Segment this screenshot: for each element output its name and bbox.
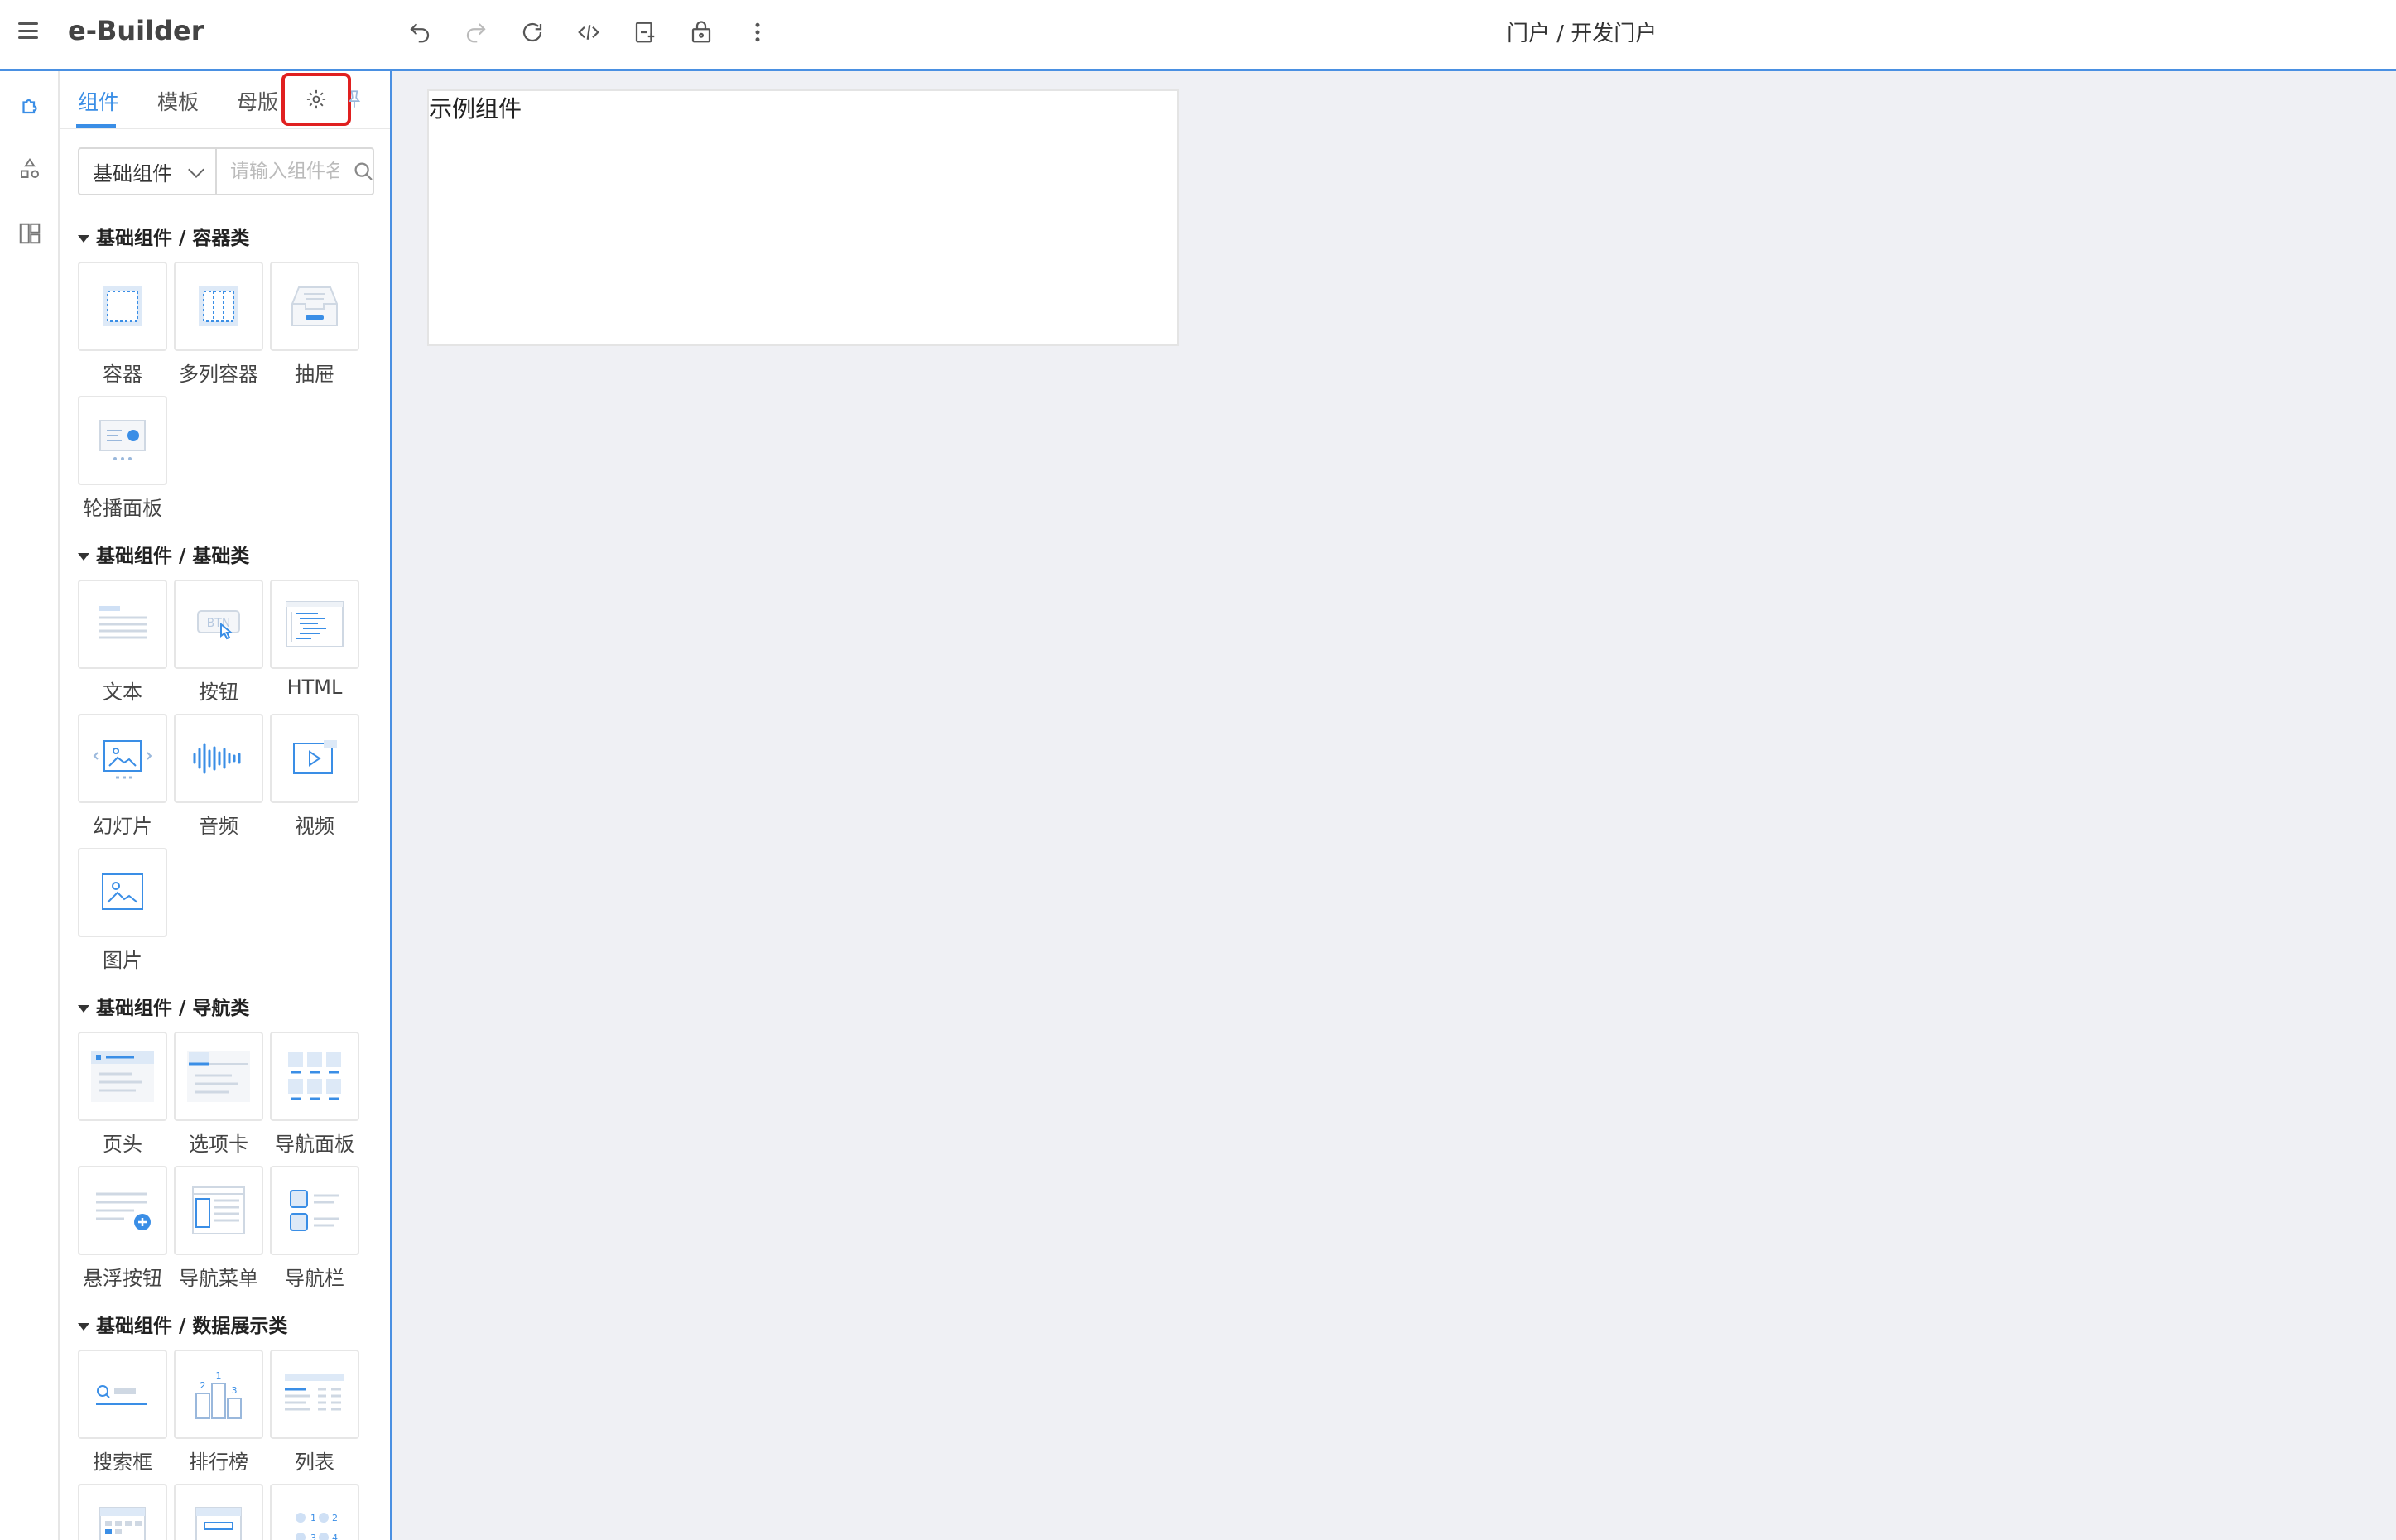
svg-text:1: 1 (310, 1513, 316, 1523)
nav-bar-icon (290, 1190, 339, 1231)
category-select[interactable]: 基础组件 (78, 147, 217, 195)
search-icon[interactable] (351, 159, 376, 184)
app-title: e-Builder (68, 15, 204, 46)
breadcrumb: 门户 / 开发门户 (1507, 22, 1657, 46)
gear-icon (306, 89, 326, 109)
undo-icon[interactable] (406, 18, 434, 46)
carousel-panel-icon (99, 420, 146, 460)
component-tabs[interactable]: 选项卡 (174, 1032, 263, 1157)
container-icon (103, 286, 142, 326)
image-icon (102, 873, 143, 910)
section-title[interactable]: 基础组件 / 基础类 (78, 540, 249, 568)
component-button[interactable]: BTN 按钮 (174, 580, 263, 705)
slideshow-icon (93, 740, 152, 779)
tab-masters[interactable]: 母版 (237, 86, 278, 116)
floating-button-icon (96, 1192, 151, 1230)
active-tab-indicator (76, 124, 116, 128)
top-bar: e-Builder 门户 / 开发门户 (0, 0, 2396, 71)
component-video[interactable]: 视频 (270, 714, 359, 839)
component-nav-bar[interactable]: 导航栏 (270, 1166, 359, 1291)
sample-component[interactable]: 示例组件 (427, 89, 1179, 346)
schedule-icon (195, 1507, 242, 1540)
category-select-value: 基础组件 (93, 161, 172, 185)
caret-down-icon (78, 1323, 89, 1331)
component-image[interactable]: 图片 (78, 848, 167, 973)
leaderboard-icon: 12 3 (195, 1370, 242, 1419)
component-leaderboard[interactable]: 123 排行榜 (174, 1350, 263, 1475)
caret-down-icon (78, 235, 89, 243)
caret-down-icon (78, 553, 89, 561)
component-html[interactable]: HTML (270, 580, 359, 699)
tabs-icon (187, 1051, 250, 1102)
lock-icon[interactable] (687, 18, 715, 46)
component-carousel-panel[interactable]: 轮播面板 (78, 396, 167, 521)
component-steps[interactable]: 1 2 3 4 (270, 1484, 359, 1540)
tab-templates[interactable]: 模板 (157, 86, 199, 116)
component-drawer[interactable]: 抽屉 (270, 262, 359, 387)
caret-down-icon (78, 1005, 89, 1013)
menu-icon[interactable] (18, 22, 38, 39)
component-calendar[interactable] (78, 1484, 167, 1540)
more-icon[interactable] (743, 18, 772, 46)
button-icon: BTN (197, 610, 240, 640)
sample-component-text: 示例组件 (429, 95, 522, 123)
pin-icon[interactable] (341, 84, 368, 114)
page-header-icon (91, 1051, 154, 1102)
component-text[interactable]: 文本 (78, 580, 167, 705)
section-title[interactable]: 基础组件 / 数据展示类 (78, 1310, 287, 1338)
svg-text:3: 3 (232, 1385, 238, 1396)
steps-icon: 1 2 3 4 (296, 1513, 338, 1540)
nav-menu-icon (192, 1186, 245, 1234)
component-schedule[interactable] (174, 1484, 263, 1540)
drawer-icon (291, 286, 338, 326)
section-title[interactable]: 基础组件 / 容器类 (78, 222, 249, 250)
component-multi-column[interactable]: 多列容器 (174, 262, 263, 387)
component-audio[interactable]: 音频 (174, 714, 263, 839)
component-page-header[interactable]: 页头 (78, 1032, 167, 1157)
design-canvas[interactable]: 示例组件 (392, 71, 2396, 1540)
calendar-icon (99, 1507, 146, 1540)
shapes-icon[interactable] (15, 154, 45, 184)
audio-icon (193, 743, 241, 774)
puzzle-icon[interactable] (15, 89, 45, 119)
html-icon (286, 601, 344, 647)
tab-components[interactable]: 组件 (78, 86, 119, 116)
component-panel: 组件 模板 母版 基础组件 基础组件 / 容器类 容器 多列容器 抽屉 轮播面板 (60, 71, 392, 1540)
nav-panel-icon (288, 1052, 341, 1100)
layout-icon[interactable] (15, 219, 45, 248)
component-list[interactable]: 列表 (270, 1350, 359, 1475)
add-page-icon[interactable] (631, 18, 659, 46)
component-slideshow[interactable]: 幻灯片 (78, 714, 167, 839)
svg-text:2: 2 (200, 1380, 206, 1391)
redo-icon[interactable] (462, 18, 490, 46)
multi-column-icon (199, 286, 238, 326)
svg-text:4: 4 (332, 1533, 338, 1540)
panel-tabs: 组件 模板 母版 (60, 71, 390, 129)
video-icon (293, 740, 337, 774)
component-container[interactable]: 容器 (78, 262, 167, 387)
component-search-box[interactable]: 搜索框 (78, 1350, 167, 1475)
filter-row: 基础组件 (78, 147, 374, 195)
refresh-icon[interactable] (518, 18, 546, 46)
section-title[interactable]: 基础组件 / 导航类 (78, 992, 249, 1020)
svg-text:1: 1 (216, 1370, 222, 1381)
component-floating-button[interactable]: 悬浮按钮 (78, 1166, 167, 1291)
component-nav-panel[interactable]: 导航面板 (270, 1032, 359, 1157)
code-icon[interactable] (575, 18, 603, 46)
chevron-down-icon (188, 161, 204, 178)
search-box-icon (96, 1385, 147, 1405)
svg-text:3: 3 (310, 1533, 316, 1540)
text-icon (99, 606, 147, 639)
svg-text:2: 2 (332, 1513, 338, 1523)
component-nav-menu[interactable]: 导航菜单 (174, 1166, 263, 1291)
list-icon (285, 1374, 344, 1411)
left-rail (0, 71, 60, 1540)
